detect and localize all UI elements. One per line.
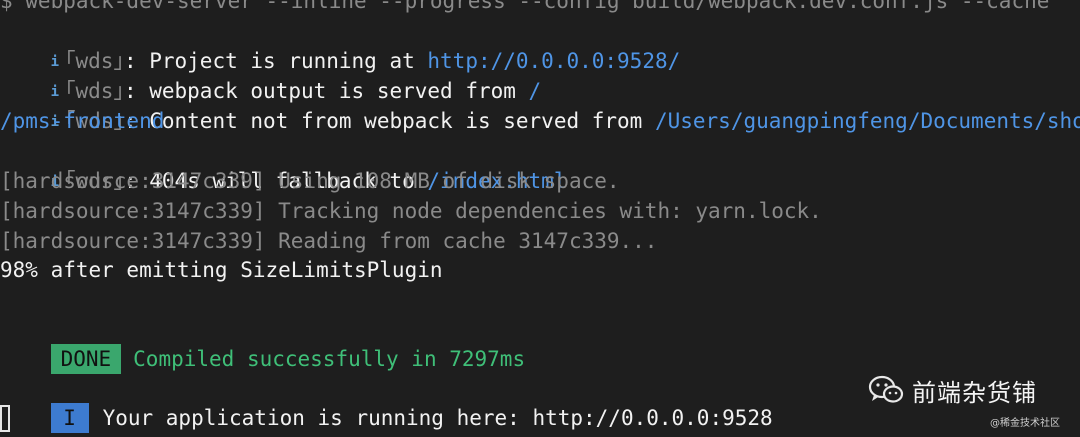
- brand-name: 前端杂货铺: [912, 378, 1037, 407]
- wds-path-continuation: /pms-frontend: [0, 109, 165, 133]
- hardsource-line-cache: [hardsource:3147c339] Reading from cache…: [0, 229, 658, 253]
- hardsource-line-disk: [hardsource:3147c339] Using 108 MB of di…: [0, 169, 620, 193]
- wechat-icon: [868, 375, 904, 403]
- terminal-window[interactable]: $ webpack-dev-server --inline --progress…: [0, 0, 1080, 437]
- done-line: DONE Compiled successfully in 7297ms: [0, 314, 525, 374]
- done-message: Compiled successfully in 7297ms: [133, 347, 526, 371]
- wds-message: : Content not from webpack is served fro…: [123, 109, 655, 133]
- wds-line-output: i ｢wds｣: webpack output is served from /: [0, 46, 542, 103]
- brand-watermark: 前端杂货铺: [868, 370, 1037, 410]
- info-badge: I: [50, 403, 89, 433]
- terminal-cursor: [0, 405, 10, 432]
- command-line: $ webpack-dev-server --inline --progress…: [0, 0, 1050, 13]
- done-badge: DONE: [50, 344, 122, 374]
- progress-line: 98% after emitting SizeLimitsPlugin: [0, 258, 443, 282]
- info-line: I Your application is running here: http:…: [0, 373, 773, 433]
- hardsource-line-tracking: [hardsource:3147c339] Tracking node depe…: [0, 199, 822, 223]
- wds-line-fallback: i ｢wds｣: 404s will fallback to /index.htm…: [0, 136, 567, 193]
- info-message: Your application is running here: http:/…: [102, 406, 773, 430]
- wds-path: /Users/guangpingfeng/Documents/sho: [654, 109, 1080, 133]
- wds-line-content: i ｢wds｣: Content not from webpack is serv…: [0, 76, 1080, 133]
- site-watermark: @稀金技术社区: [990, 418, 1060, 429]
- wds-line-project: i ｢wds｣: Project is running at http://0.0…: [0, 16, 681, 73]
